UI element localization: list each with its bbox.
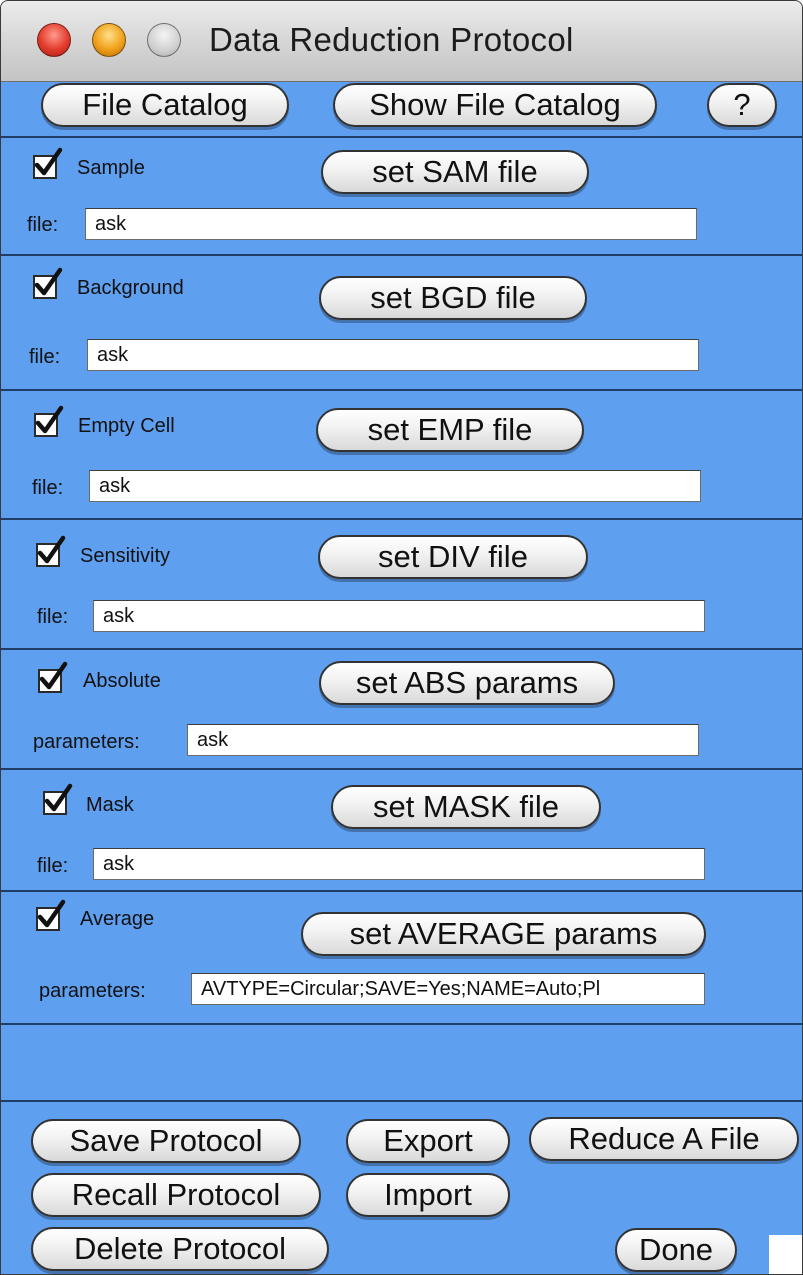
empty-cell-label: Empty Cell xyxy=(78,415,175,437)
title-bar[interactable]: Data Reduction Protocol xyxy=(1,1,802,82)
background-file-field[interactable]: ask xyxy=(87,339,699,371)
set-average-params-button[interactable]: set AVERAGE params xyxy=(301,912,706,956)
background-label: Background xyxy=(77,277,184,299)
set-mask-file-button[interactable]: set MASK file xyxy=(331,785,601,829)
minimize-button[interactable] xyxy=(92,23,126,57)
separator xyxy=(1,518,802,520)
separator xyxy=(1,136,802,138)
delete-protocol-button[interactable]: Delete Protocol xyxy=(31,1227,329,1271)
zoom-button[interactable] xyxy=(147,23,181,57)
close-button[interactable] xyxy=(37,23,71,57)
mask-checkbox[interactable] xyxy=(43,783,73,815)
separator xyxy=(1,890,802,892)
help-button[interactable]: ? xyxy=(707,83,777,127)
average-label: Average xyxy=(80,908,155,930)
average-checkbox[interactable] xyxy=(36,899,66,931)
separator xyxy=(1,389,802,391)
separator xyxy=(1,1100,802,1102)
set-emp-file-button[interactable]: set EMP file xyxy=(316,408,584,452)
sample-file-label: file: xyxy=(27,214,59,236)
separator xyxy=(1,768,802,770)
recall-protocol-button[interactable]: Recall Protocol xyxy=(31,1173,321,1217)
export-button[interactable]: Export xyxy=(346,1119,510,1163)
mask-label: Mask xyxy=(86,794,134,816)
show-file-catalog-button[interactable]: Show File Catalog xyxy=(333,83,657,127)
absolute-parameters-label: parameters: xyxy=(33,731,140,753)
set-div-file-button[interactable]: set DIV file xyxy=(318,535,588,579)
empty-cell-file-label: file: xyxy=(32,477,64,499)
separator xyxy=(1,648,802,650)
sensitivity-checkbox[interactable] xyxy=(36,535,66,567)
absolute-parameters-field[interactable]: ask xyxy=(187,724,699,756)
set-sam-file-button[interactable]: set SAM file xyxy=(321,150,589,194)
set-abs-params-button[interactable]: set ABS params xyxy=(319,661,615,705)
sample-file-field[interactable]: ask xyxy=(85,208,697,240)
sensitivity-label: Sensitivity xyxy=(80,545,171,567)
file-catalog-button[interactable]: File Catalog xyxy=(41,83,289,127)
sample-label: Sample xyxy=(77,157,145,179)
sensitivity-file-field[interactable]: ask xyxy=(93,600,705,632)
absolute-checkbox[interactable] xyxy=(38,661,68,693)
set-bgd-file-button[interactable]: set BGD file xyxy=(319,276,587,320)
mask-file-label: file: xyxy=(37,855,69,877)
empty-cell-file-field[interactable]: ask xyxy=(89,470,701,502)
resize-corner[interactable] xyxy=(769,1235,802,1274)
data-reduction-window: Data Reduction Protocol File Catalog Sho… xyxy=(0,0,803,1275)
protocol-panel: File Catalog Show File Catalog ? Sample … xyxy=(1,82,802,1274)
average-parameters-field[interactable]: AVTYPE=Circular;SAVE=Yes;NAME=Auto;Pl xyxy=(191,973,705,1005)
absolute-label: Absolute xyxy=(83,670,161,692)
separator xyxy=(1,254,802,256)
import-button[interactable]: Import xyxy=(346,1173,510,1217)
empty-cell-checkbox[interactable] xyxy=(34,405,64,437)
sample-checkbox[interactable] xyxy=(33,147,63,179)
sensitivity-file-label: file: xyxy=(37,606,69,628)
separator xyxy=(1,1023,802,1025)
save-protocol-button[interactable]: Save Protocol xyxy=(31,1119,301,1163)
window-title: Data Reduction Protocol xyxy=(209,21,574,58)
background-file-label: file: xyxy=(29,346,61,368)
average-parameters-label: parameters: xyxy=(39,980,146,1002)
reduce-a-file-button[interactable]: Reduce A File xyxy=(529,1117,799,1161)
done-button[interactable]: Done xyxy=(615,1228,737,1272)
background-checkbox[interactable] xyxy=(33,267,63,299)
mask-file-field[interactable]: ask xyxy=(93,848,705,880)
